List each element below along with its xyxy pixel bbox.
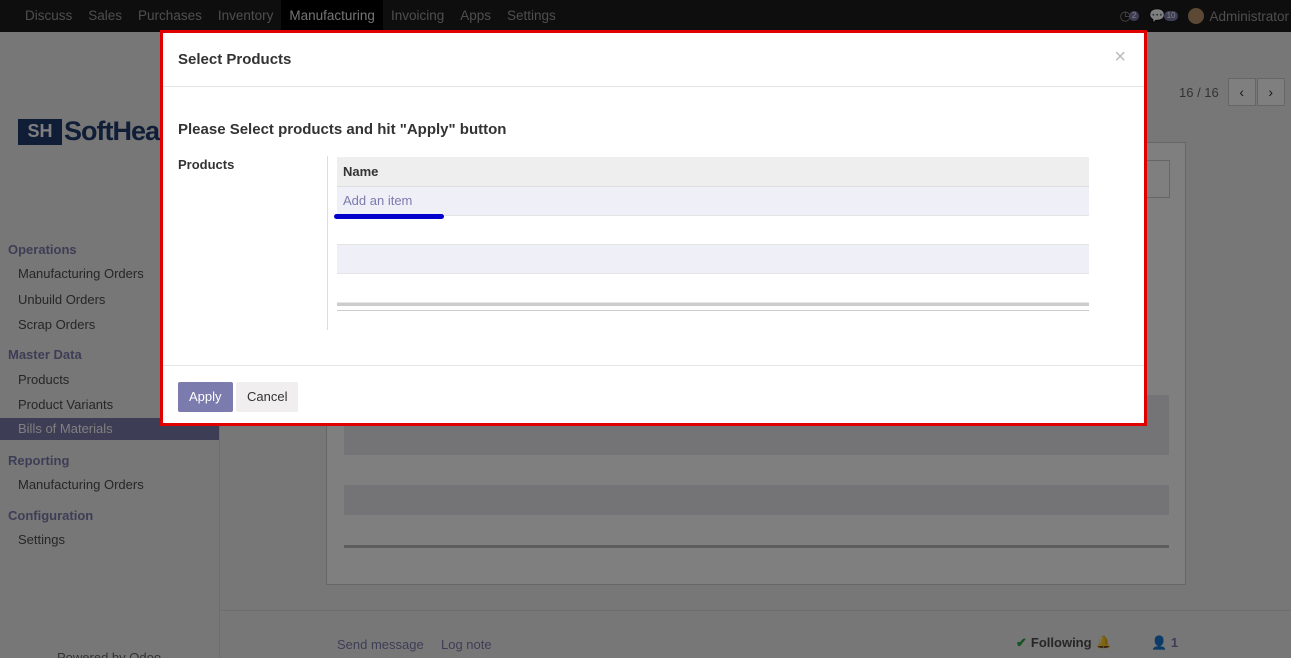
apply-button[interactable]: Apply [178, 382, 233, 412]
field-divider [327, 156, 328, 330]
table-row [337, 274, 1089, 303]
instruction-text: Please Select products and hit "Apply" b… [178, 121, 507, 138]
products-list: Name Add an item [337, 157, 1089, 311]
table-row [337, 216, 1089, 245]
close-icon[interactable]: × [1114, 46, 1126, 69]
table-row [337, 245, 1089, 274]
cancel-button[interactable]: Cancel [236, 382, 299, 412]
table-row: Add an item [337, 187, 1089, 216]
modal-footer: Apply Cancel [163, 365, 1144, 423]
list-footer [337, 303, 1089, 311]
modal-title: Select Products [178, 51, 292, 68]
annotation-underline [334, 214, 444, 219]
products-field-label: Products [178, 157, 235, 172]
add-an-item-link[interactable]: Add an item [337, 187, 412, 215]
select-products-dialog: Select Products × Please Select products… [160, 30, 1147, 426]
column-header-name[interactable]: Name [337, 157, 1089, 187]
modal-header: Select Products × [163, 33, 1144, 87]
